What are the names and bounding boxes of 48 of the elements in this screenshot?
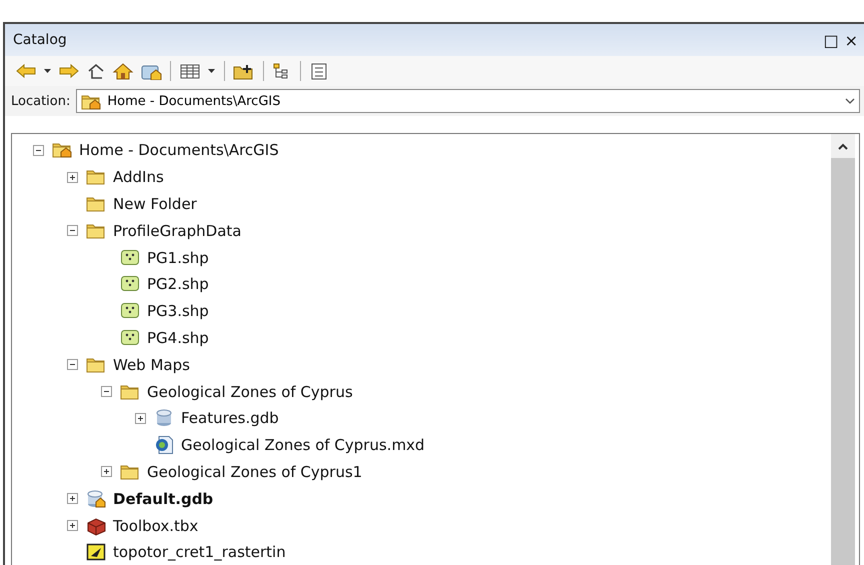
collapse-icon[interactable] <box>67 225 78 236</box>
database-icon <box>86 488 106 509</box>
list-view-icon[interactable] <box>179 62 201 80</box>
tree-item[interactable]: Toolbox.tbx <box>113 516 198 535</box>
toolbox-icon <box>86 516 106 536</box>
new-folder-icon[interactable] <box>233 62 255 80</box>
tree-item[interactable]: PG3.shp <box>147 302 209 320</box>
collapse-icon[interactable] <box>67 359 78 370</box>
window-title: Catalog <box>13 32 68 48</box>
left-arrow-icon[interactable] <box>15 62 37 80</box>
up-folder-icon[interactable] <box>86 62 106 80</box>
tree-item[interactable]: Geological Zones of Cyprus1 <box>147 462 362 481</box>
close-button[interactable]: × <box>844 30 858 50</box>
tree-item[interactable]: PG2.shp <box>147 275 209 294</box>
expand-icon[interactable] <box>101 466 112 478</box>
location-label: Location: <box>11 94 70 108</box>
collapse-icon[interactable] <box>101 386 112 398</box>
expand-icon[interactable] <box>67 493 78 504</box>
tree-item[interactable]: AddIns <box>113 168 164 186</box>
maximize-button[interactable]: □ <box>823 30 839 50</box>
tree-item[interactable]: Features.gdb <box>181 409 279 428</box>
expand-icon[interactable] <box>67 172 78 183</box>
tree-item[interactable]: Home - Documents\ArcGIS <box>79 141 279 160</box>
collapse-icon[interactable] <box>33 144 44 156</box>
expand-icon[interactable] <box>67 520 78 532</box>
tree-item[interactable]: Default.gdb <box>113 490 214 508</box>
home-icon[interactable] <box>112 62 134 80</box>
details-view-icon[interactable] <box>309 62 329 80</box>
scrollbar[interactable] <box>831 134 855 565</box>
tree-item[interactable]: New Folder <box>113 194 197 213</box>
scroll-up-button[interactable] <box>831 134 855 158</box>
tree-item[interactable]: PG4.shp <box>147 328 209 347</box>
tree-item[interactable]: Web Maps <box>113 356 190 374</box>
tree-item[interactable]: Geological Zones of Cyprus.mxd <box>181 436 425 454</box>
chevron-down-icon <box>845 97 855 105</box>
tree-item[interactable]: ProfileGraphData <box>113 222 242 240</box>
raster-tin-icon <box>86 542 106 562</box>
tree-item[interactable]: topotor_cret1_rastertin <box>113 543 286 562</box>
database-icon <box>154 408 174 428</box>
location-dropdown[interactable]: Home - Documents\ArcGIS <box>76 89 860 113</box>
point-layer-icon <box>120 328 140 348</box>
expand-icon[interactable] <box>135 412 146 424</box>
tree-item[interactable]: PG1.shp <box>147 248 209 267</box>
right-arrow-icon[interactable] <box>58 62 80 80</box>
chevron-up-icon <box>838 142 848 150</box>
point-layer-icon <box>120 248 140 268</box>
map-document-icon <box>154 435 174 456</box>
tree-item[interactable]: Geological Zones of Cyprus <box>147 382 353 401</box>
